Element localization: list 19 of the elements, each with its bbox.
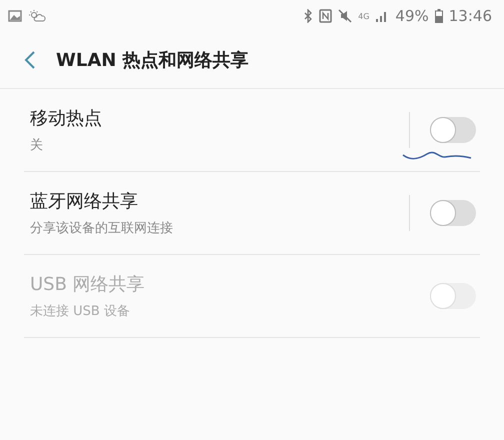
setting-subtitle: 分享该设备的互联网连接 xyxy=(30,220,174,237)
setting-subtitle: 未连接 USB 设备 xyxy=(30,303,131,320)
page-title: WLAN 热点和网络共享 xyxy=(56,49,249,72)
mute-icon xyxy=(338,9,352,23)
weather-icon xyxy=(28,9,46,23)
back-button[interactable] xyxy=(24,50,36,70)
battery-icon xyxy=(434,9,443,23)
setting-subtitle: 关 xyxy=(30,137,44,154)
setting-title: 移动热点 xyxy=(30,107,103,130)
image-icon xyxy=(8,10,22,22)
setting-title: USB 网络共享 xyxy=(30,273,146,296)
setting-title: 蓝牙网络共享 xyxy=(30,190,139,213)
toggle-switch[interactable] xyxy=(430,200,476,226)
network-type: 4G xyxy=(358,12,370,20)
nfc-icon xyxy=(319,9,332,23)
clock-time: 13:46 xyxy=(448,7,492,25)
battery-percent: 49% xyxy=(395,7,429,25)
toggle-switch[interactable] xyxy=(430,117,476,143)
bluetooth-icon xyxy=(304,9,314,23)
